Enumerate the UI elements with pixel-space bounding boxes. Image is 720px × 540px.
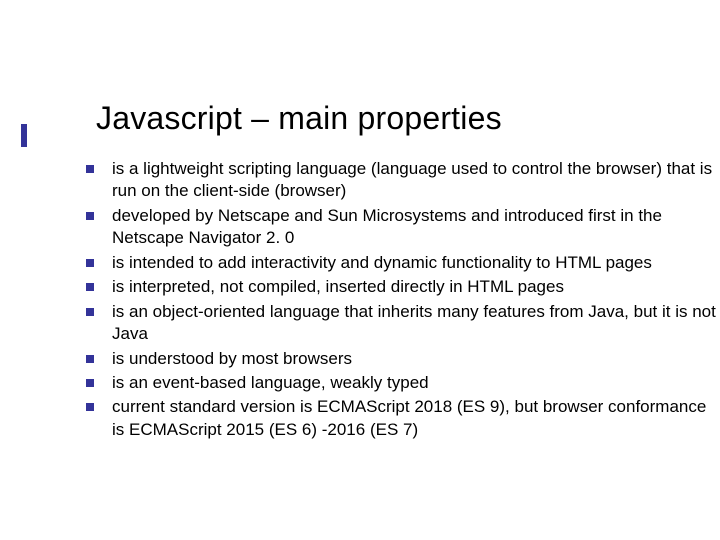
slide-title: Javascript – main properties [96,100,502,137]
bullet-text: is an event-based language, weakly typed [112,372,716,394]
slide: Javascript – main properties is a lightw… [0,0,720,540]
list-item: current standard version is ECMAScript 2… [86,396,716,441]
list-item: is an event-based language, weakly typed [86,372,716,394]
bullet-text: is interpreted, not compiled, inserted d… [112,276,716,298]
list-item: is an object-oriented language that inhe… [86,301,716,346]
list-item: is intended to add interactivity and dyn… [86,252,716,274]
bullet-icon [86,283,94,291]
list-item: is understood by most browsers [86,348,716,370]
bullet-text: current standard version is ECMAScript 2… [112,396,716,441]
slide-body: is a lightweight scripting language (lan… [86,158,716,443]
bullet-icon [86,379,94,387]
list-item: is interpreted, not compiled, inserted d… [86,276,716,298]
list-item: developed by Netscape and Sun Microsyste… [86,205,716,250]
bullet-text: is an object-oriented language that inhe… [112,301,716,346]
bullet-text: is a lightweight scripting language (lan… [112,158,716,203]
bullet-text: is intended to add interactivity and dyn… [112,252,716,274]
list-item: is a lightweight scripting language (lan… [86,158,716,203]
bullet-text: developed by Netscape and Sun Microsyste… [112,205,716,250]
bullet-icon [86,403,94,411]
bullet-icon [86,355,94,363]
bullet-icon [86,212,94,220]
bullet-text: is understood by most browsers [112,348,716,370]
bullet-icon [86,165,94,173]
bullet-icon [86,259,94,267]
bullet-icon [86,308,94,316]
accent-bar [21,124,27,147]
